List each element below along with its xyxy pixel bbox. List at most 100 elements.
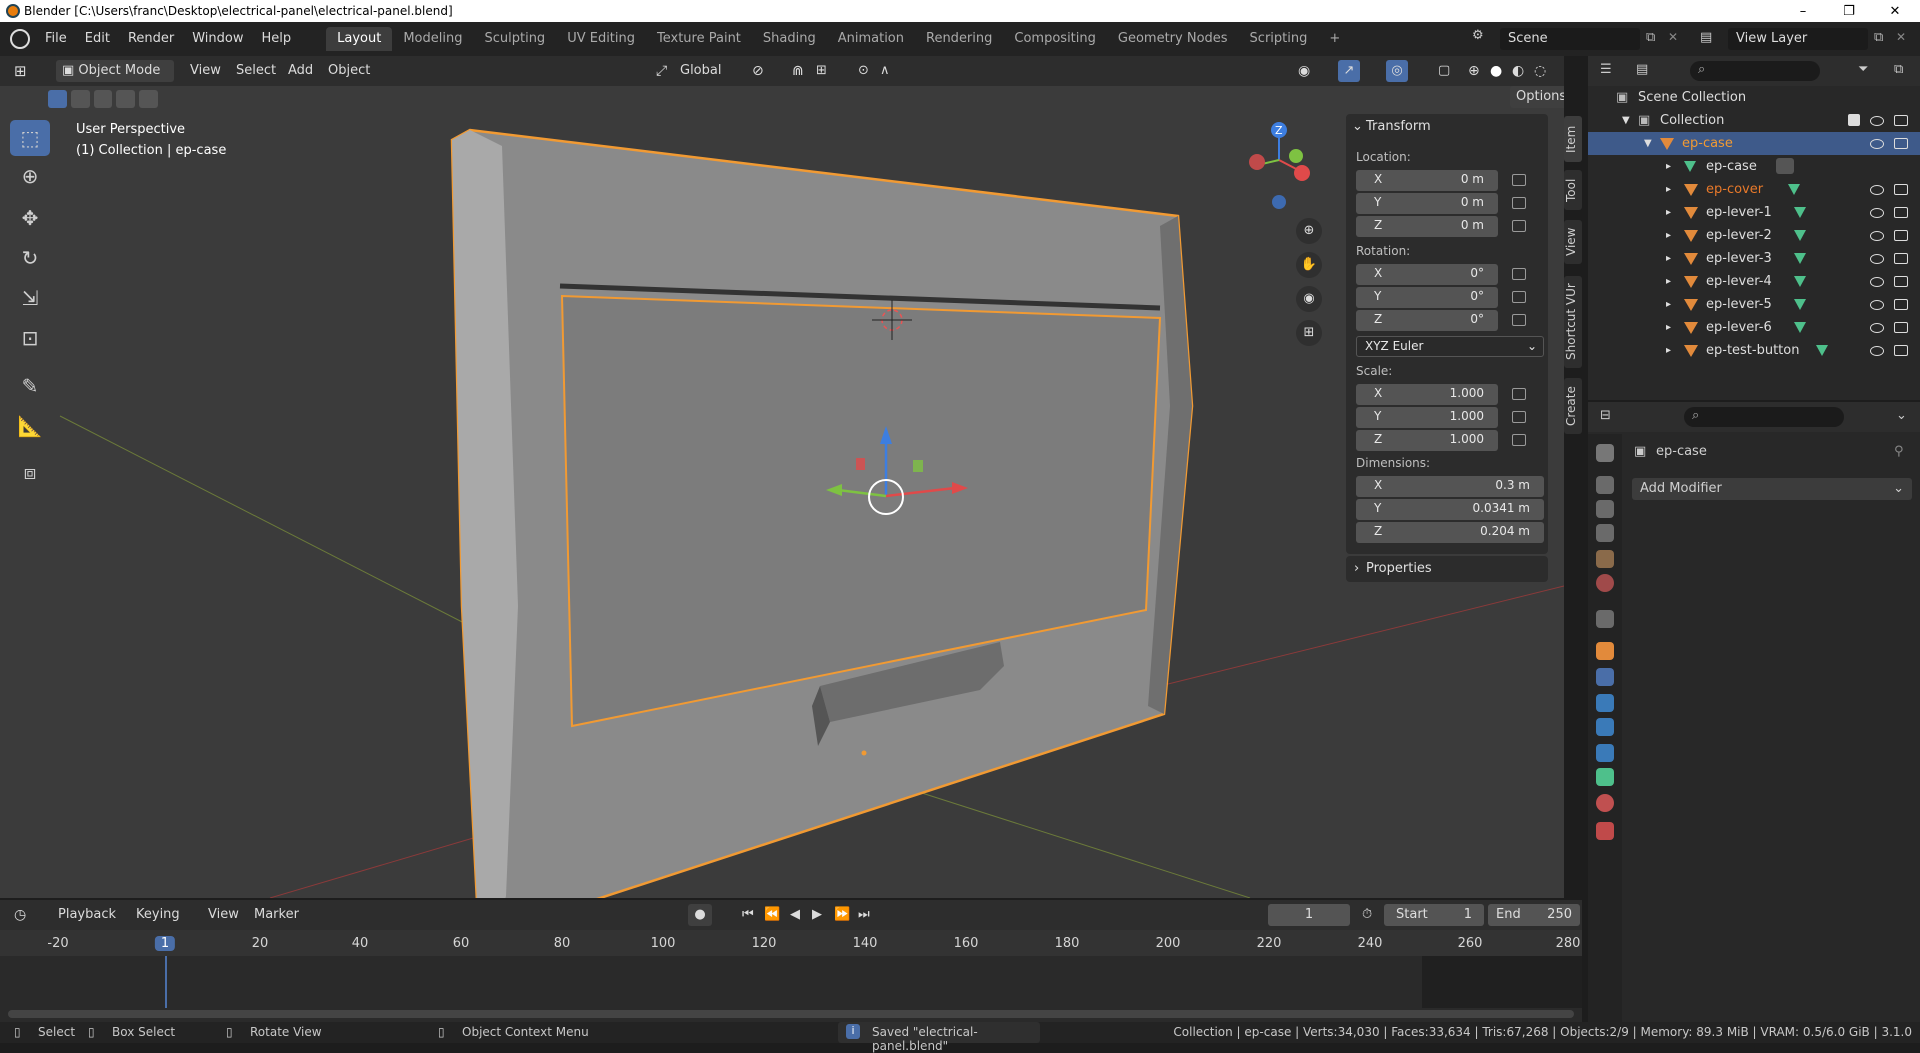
tab-texture-paint[interactable]: Texture Paint (646, 27, 752, 51)
camera-icon[interactable] (1894, 115, 1908, 126)
sidebar-tab-view[interactable]: View (1564, 220, 1582, 264)
lock-icon[interactable] (1512, 411, 1526, 423)
timeline-ruler[interactable]: -20 1 20 40 60 80 100 120 140 160 180 20… (0, 930, 1582, 956)
snap-icon[interactable]: ⋒ (792, 60, 804, 82)
visibility-icon[interactable]: ◉ (1298, 60, 1310, 82)
eye-icon[interactable] (1870, 277, 1884, 287)
scale-x-field[interactable]: X 1.000 (1356, 384, 1498, 405)
camera-icon[interactable] (1894, 207, 1908, 218)
dimension-z-field[interactable]: Z 0.204 m (1356, 522, 1544, 543)
display-mode-icon[interactable]: ▤ (1636, 62, 1648, 77)
world-tab-icon[interactable] (1596, 574, 1614, 592)
viewport-scene[interactable] (0, 86, 1564, 898)
outliner-item-ep-lever-1[interactable]: ▸ ep-lever-1 (1588, 201, 1920, 224)
lock-icon[interactable] (1512, 314, 1526, 326)
new-collection-icon[interactable]: ⧉ (1894, 62, 1903, 77)
tool-rotate[interactable]: ↻ (10, 240, 50, 276)
menu-object[interactable]: Object (328, 60, 370, 82)
rotation-z-field[interactable]: Z 0° (1356, 310, 1498, 331)
outliner-editor-icon[interactable]: ☰ (1600, 62, 1612, 77)
select-intersect-icon[interactable] (139, 90, 158, 108)
camera-icon[interactable] (1894, 184, 1908, 195)
expand-arrow-icon[interactable]: ▸ (1666, 178, 1671, 201)
tab-geometry-nodes[interactable]: Geometry Nodes (1107, 27, 1239, 51)
outliner-item-ep-cover[interactable]: ▸ ep-cover (1588, 178, 1920, 201)
eye-icon[interactable] (1870, 323, 1884, 333)
outliner-item-ep-lever-4[interactable]: ▸ ep-lever-4 (1588, 270, 1920, 293)
zoom-icon[interactable]: ⊕ (1296, 218, 1322, 244)
overlay-toggle-icon[interactable]: ◎ (1386, 60, 1408, 82)
close-button[interactable]: ✕ (1872, 0, 1918, 22)
render-tab-icon[interactable] (1596, 476, 1614, 494)
view-layer-tab-icon[interactable] (1596, 524, 1614, 542)
eye-icon[interactable] (1870, 300, 1884, 310)
tab-modeling[interactable]: Modeling (392, 27, 473, 51)
scene-selector[interactable]: Scene (1500, 28, 1640, 50)
select-subtract-icon[interactable] (93, 90, 113, 108)
jump-keyframe-forward-icon[interactable]: ⏩ (834, 904, 850, 926)
timeline-scrollbar[interactable] (8, 1010, 1574, 1018)
expand-arrow-icon[interactable]: ▸ (1666, 155, 1671, 178)
lock-icon[interactable] (1512, 174, 1526, 186)
options-dropdown[interactable]: Options (1510, 86, 1564, 108)
menu-view[interactable]: View (208, 904, 239, 926)
camera-icon[interactable] (1894, 276, 1908, 287)
tool-annotate[interactable]: ✎ (10, 368, 50, 404)
xray-icon[interactable]: ▢ (1438, 60, 1450, 82)
shading-material-icon[interactable]: ◐ (1512, 60, 1524, 82)
menu-edit[interactable]: Edit (76, 27, 119, 51)
menu-playback[interactable]: Playback (58, 904, 116, 926)
timeline-editor-icon[interactable]: ◷ (14, 904, 26, 926)
pin-icon[interactable]: ⚲ (1894, 444, 1904, 459)
tool-move[interactable]: ✥ (10, 200, 50, 236)
eye-icon[interactable] (1870, 185, 1884, 195)
scale-z-field[interactable]: Z 1.000 (1356, 430, 1498, 451)
expand-arrow-icon[interactable]: ▸ (1666, 247, 1671, 270)
particles-tab-icon[interactable] (1596, 694, 1614, 712)
add-modifier-dropdown[interactable]: Add Modifier ⌄ (1632, 478, 1912, 500)
shading-solid-icon[interactable]: ● (1490, 60, 1502, 82)
lock-icon[interactable] (1512, 197, 1526, 209)
tab-animation[interactable]: Animation (827, 27, 915, 51)
tool-tab-icon[interactable] (1596, 444, 1614, 462)
collection-tab-icon[interactable] (1596, 610, 1614, 628)
eye-icon[interactable] (1870, 346, 1884, 356)
expand-arrow-icon[interactable]: ▼ (1622, 109, 1630, 132)
gizmo-toggle-icon[interactable]: ↗ (1338, 60, 1360, 82)
snap-target-icon[interactable]: ⊞ (816, 60, 827, 82)
tab-compositing[interactable]: Compositing (1003, 27, 1107, 51)
expand-arrow-icon[interactable]: ▸ (1666, 224, 1671, 247)
tab-rendering[interactable]: Rendering (915, 27, 1003, 51)
dimension-y-field[interactable]: Y 0.0341 m (1356, 499, 1544, 520)
sidebar-tab-shortcut-vur[interactable]: Shortcut VUr (1564, 276, 1582, 368)
falloff-icon[interactable]: ∧ (880, 60, 890, 82)
data-tab-icon[interactable] (1596, 768, 1614, 786)
playhead-frame-label[interactable]: 1 (154, 936, 176, 951)
3d-viewport[interactable]: ⊞ ▣ Object Mode View Select Add Object ⤢… (0, 56, 1564, 898)
eye-icon[interactable] (1870, 254, 1884, 264)
tab-uv-editing[interactable]: UV Editing (556, 27, 646, 51)
outliner-item-ep-lever-2[interactable]: ▸ ep-lever-2 (1588, 224, 1920, 247)
rotation-y-field[interactable]: Y 0° (1356, 287, 1498, 308)
rotation-x-field[interactable]: X 0° (1356, 264, 1498, 285)
menu-keying[interactable]: Keying (136, 904, 180, 926)
playhead-line[interactable] (165, 956, 167, 1008)
rotation-mode-dropdown[interactable]: XYZ Euler ⌄ (1356, 336, 1544, 357)
filter-icon[interactable]: ⏷ (1858, 62, 1868, 77)
menu-add[interactable]: Add (288, 60, 313, 82)
new-scene-icon[interactable]: ⧉ (1646, 30, 1655, 45)
stopwatch-icon[interactable]: ⏱ (1362, 904, 1372, 926)
eye-icon[interactable] (1870, 116, 1884, 126)
outliner-item-ep-test-button[interactable]: ▸ ep-test-button (1588, 339, 1920, 362)
perspective-toggle-icon[interactable]: ⊞ (1296, 320, 1322, 346)
expand-arrow-icon[interactable]: ▸ (1666, 201, 1671, 224)
jump-end-icon[interactable]: ⏭ (858, 904, 870, 926)
tool-select-box[interactable]: ⬚ (10, 120, 50, 156)
navigation-gizmo[interactable]: Z (1236, 118, 1322, 214)
add-workspace-button[interactable]: + (1318, 27, 1351, 51)
editor-type-icon[interactable]: ⊞ (14, 60, 27, 82)
camera-icon[interactable] (1894, 138, 1908, 149)
proportional-edit-icon[interactable]: ⊙ (858, 60, 869, 82)
transform-panel-header[interactable]: ⌄ Transform (1346, 114, 1548, 140)
start-frame-field[interactable]: Start 1 (1384, 904, 1484, 926)
